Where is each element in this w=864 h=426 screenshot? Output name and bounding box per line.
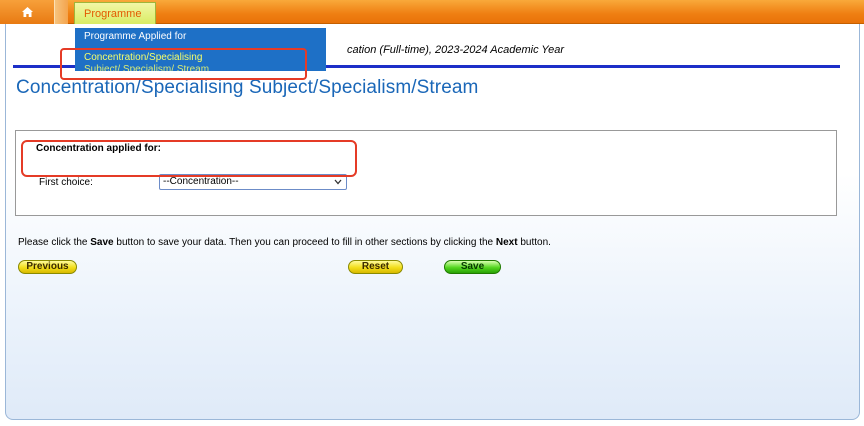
highlight-annotation-menu: [60, 48, 307, 80]
tab-programme[interactable]: Programme: [74, 2, 156, 24]
chevron-down-icon: [334, 179, 342, 185]
main-panel: cation (Full-time), 2023-2024 Academic Y…: [5, 24, 860, 420]
nav-divider: [54, 0, 68, 24]
first-choice-select-value: --Concentration--: [163, 176, 239, 187]
previous-button[interactable]: Previous: [18, 260, 77, 274]
first-choice-label: First choice:: [39, 177, 93, 188]
home-icon: [21, 7, 33, 17]
instructions-part2: button to save your data. Then you can p…: [113, 237, 496, 248]
home-button[interactable]: [0, 0, 54, 24]
top-nav-bar: Programme: [0, 0, 864, 24]
tab-programme-label: Programme: [84, 7, 142, 20]
save-button[interactable]: Save: [444, 260, 501, 274]
page-subtitle: cation (Full-time), 2023-2024 Academic Y…: [347, 44, 565, 56]
instructions-part1: Please click the: [18, 237, 91, 248]
instructions-text: Please click the Save button to save you…: [18, 237, 551, 248]
menu-item-programme-applied[interactable]: Programme Applied for: [84, 31, 186, 42]
reset-button[interactable]: Reset: [348, 260, 403, 274]
instructions-part3: button.: [517, 237, 551, 248]
page-title: Concentration/Specialising Subject/Speci…: [16, 77, 479, 98]
highlight-annotation-select: [21, 140, 357, 177]
instructions-save-word: Save: [90, 237, 114, 248]
instructions-next-word: Next: [495, 237, 518, 248]
